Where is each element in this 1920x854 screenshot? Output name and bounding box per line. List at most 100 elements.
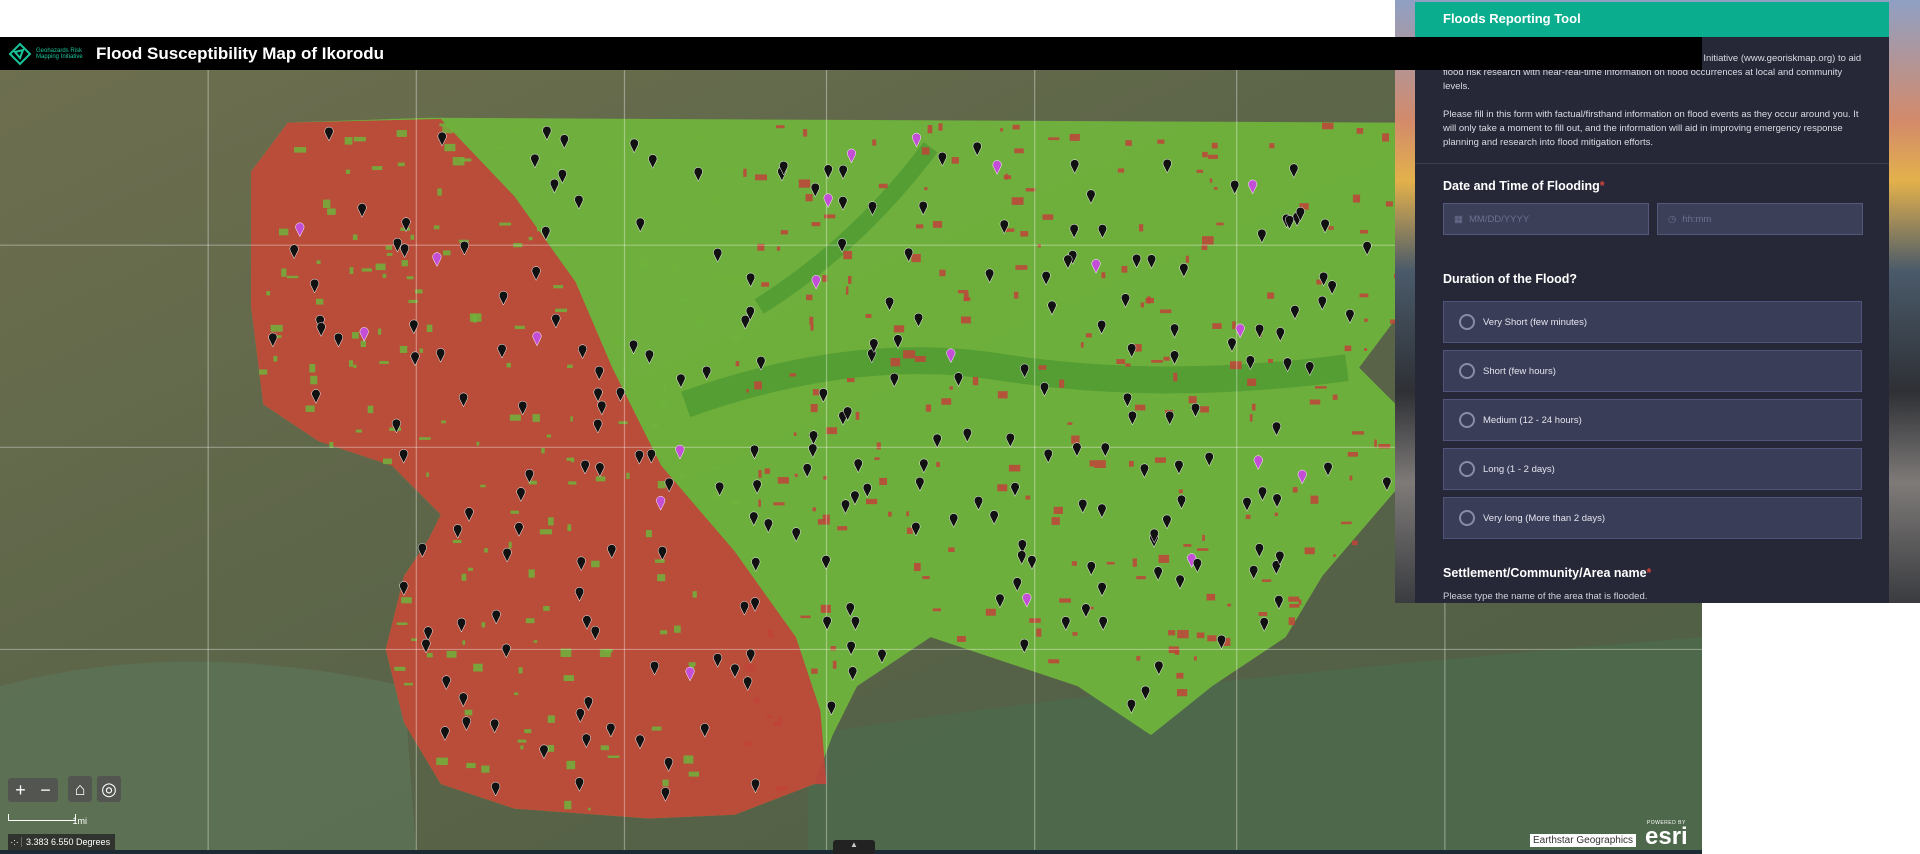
question-date-time: Date and Time of Flooding*	[1443, 179, 1605, 193]
susceptibility-patch	[396, 130, 407, 137]
susceptibility-patch	[379, 361, 389, 365]
susceptibility-patch	[780, 230, 788, 235]
susceptibility-patch	[310, 375, 318, 385]
susceptibility-patch	[890, 357, 901, 367]
susceptibility-patch	[713, 466, 722, 470]
susceptibility-patch	[281, 268, 287, 277]
susceptibility-patch	[1000, 127, 1003, 132]
susceptibility-patch	[442, 124, 454, 134]
susceptibility-patch	[925, 404, 932, 412]
logo-diamond-icon	[8, 42, 32, 65]
susceptibility-patch	[972, 376, 979, 386]
susceptibility-patch	[820, 604, 831, 613]
susceptibility-patch	[541, 190, 545, 198]
duration-option[interactable]: Short (few hours)	[1443, 350, 1862, 392]
susceptibility-patch	[1359, 293, 1369, 298]
susceptibility-patch	[495, 145, 504, 149]
susceptibility-patch	[949, 386, 953, 390]
susceptibility-patch	[758, 499, 761, 507]
susceptibility-patch	[309, 364, 316, 373]
susceptibility-patch	[845, 286, 849, 295]
susceptibility-patch	[566, 457, 573, 461]
coordinate-value: 3.383 6.550 Degrees	[26, 837, 111, 847]
susceptibility-patch	[591, 560, 600, 568]
susceptibility-patch	[394, 666, 406, 671]
susceptibility-patch	[948, 547, 955, 553]
esri-logo[interactable]: POWERED BY esri	[1645, 820, 1688, 849]
susceptibility-patch	[1208, 154, 1218, 159]
susceptibility-patch	[921, 147, 930, 155]
susceptibility-patch	[286, 275, 299, 279]
susceptibility-patch	[657, 574, 666, 582]
susceptibility-patch	[464, 709, 473, 716]
duration-option[interactable]: Very long (More than 2 days)	[1443, 497, 1862, 539]
susceptibility-patch	[1274, 512, 1278, 517]
susceptibility-patch	[730, 336, 740, 342]
susceptibility-patch	[1125, 363, 1131, 367]
susceptibility-patch	[585, 229, 590, 234]
susceptibility-patch	[539, 529, 552, 535]
susceptibility-patch	[1216, 222, 1224, 226]
duration-option[interactable]: Medium (12 - 24 hours)	[1443, 399, 1862, 441]
susceptibility-patch	[1071, 435, 1080, 444]
susceptibility-patch	[344, 137, 353, 145]
home-button[interactable]: ⌂	[68, 776, 92, 802]
susceptibility-patch	[951, 157, 959, 164]
susceptibility-patch	[518, 667, 523, 674]
susceptibility-patch	[866, 498, 878, 505]
susceptibility-patch	[683, 755, 694, 764]
susceptibility-patch	[546, 434, 552, 438]
susceptibility-patch	[1154, 457, 1166, 463]
susceptibility-patch	[876, 442, 881, 450]
susceptibility-patch	[278, 228, 289, 236]
susceptibility-patch	[567, 524, 572, 532]
date-input[interactable]: ▦ MM/DD/YYYY	[1443, 203, 1649, 235]
susceptibility-patch	[764, 468, 771, 474]
susceptibility-patch	[259, 369, 268, 375]
susceptibility-patch	[932, 221, 943, 228]
susceptibility-patch	[426, 324, 433, 332]
duration-option[interactable]: Long (1 - 2 days)	[1443, 448, 1862, 490]
susceptibility-patch	[547, 715, 555, 723]
susceptibility-patch	[753, 697, 761, 703]
susceptibility-patch	[668, 180, 675, 184]
susceptibility-patch	[671, 266, 676, 272]
susceptibility-patch	[355, 429, 362, 433]
susceptibility-patch	[1227, 603, 1232, 607]
panel-toggle-button[interactable]: ▲	[833, 840, 875, 854]
susceptibility-patch	[1202, 534, 1205, 541]
susceptibility-patch	[777, 477, 789, 484]
susceptibility-patch	[406, 276, 414, 280]
time-input[interactable]: ◷ hh:mm	[1657, 203, 1863, 235]
locate-button[interactable]: ◎	[97, 776, 121, 802]
susceptibility-patch	[789, 373, 797, 377]
option-label: Very Short (few minutes)	[1483, 316, 1588, 328]
susceptibility-patch	[510, 510, 519, 514]
duration-option[interactable]: Very Short (few minutes)	[1443, 301, 1862, 343]
susceptibility-patch	[997, 484, 1008, 492]
susceptibility-patch	[798, 179, 811, 188]
susceptibility-patch	[922, 576, 930, 580]
susceptibility-patch	[554, 162, 565, 167]
susceptibility-patch	[681, 298, 688, 304]
susceptibility-patch	[1258, 611, 1268, 616]
susceptibility-patch	[1304, 547, 1315, 555]
susceptibility-patch	[270, 324, 283, 332]
logo: Geohazards Risk Mapping Initiative	[8, 42, 86, 66]
radio-icon	[1459, 510, 1475, 526]
susceptibility-patch	[611, 162, 621, 167]
logo-text: Geohazards Risk Mapping Initiative	[36, 47, 83, 60]
susceptibility-patch	[444, 143, 456, 152]
attribution[interactable]: Earthstar Geographics	[1530, 834, 1637, 847]
susceptibility-patch	[1183, 544, 1192, 547]
susceptibility-patch	[778, 716, 782, 723]
coordinate-readout[interactable]: ·:· 3.383 6.550 Degrees	[8, 834, 116, 850]
susceptibility-patch	[938, 123, 943, 131]
radio-icon	[1459, 363, 1475, 379]
zoom-in-button[interactable]: +	[15, 780, 26, 801]
susceptibility-patch	[506, 362, 511, 368]
susceptibility-patch	[1157, 139, 1165, 144]
susceptibility-patch	[1360, 229, 1369, 234]
susceptibility-patch	[766, 715, 773, 719]
zoom-out-button[interactable]: −	[40, 780, 51, 801]
